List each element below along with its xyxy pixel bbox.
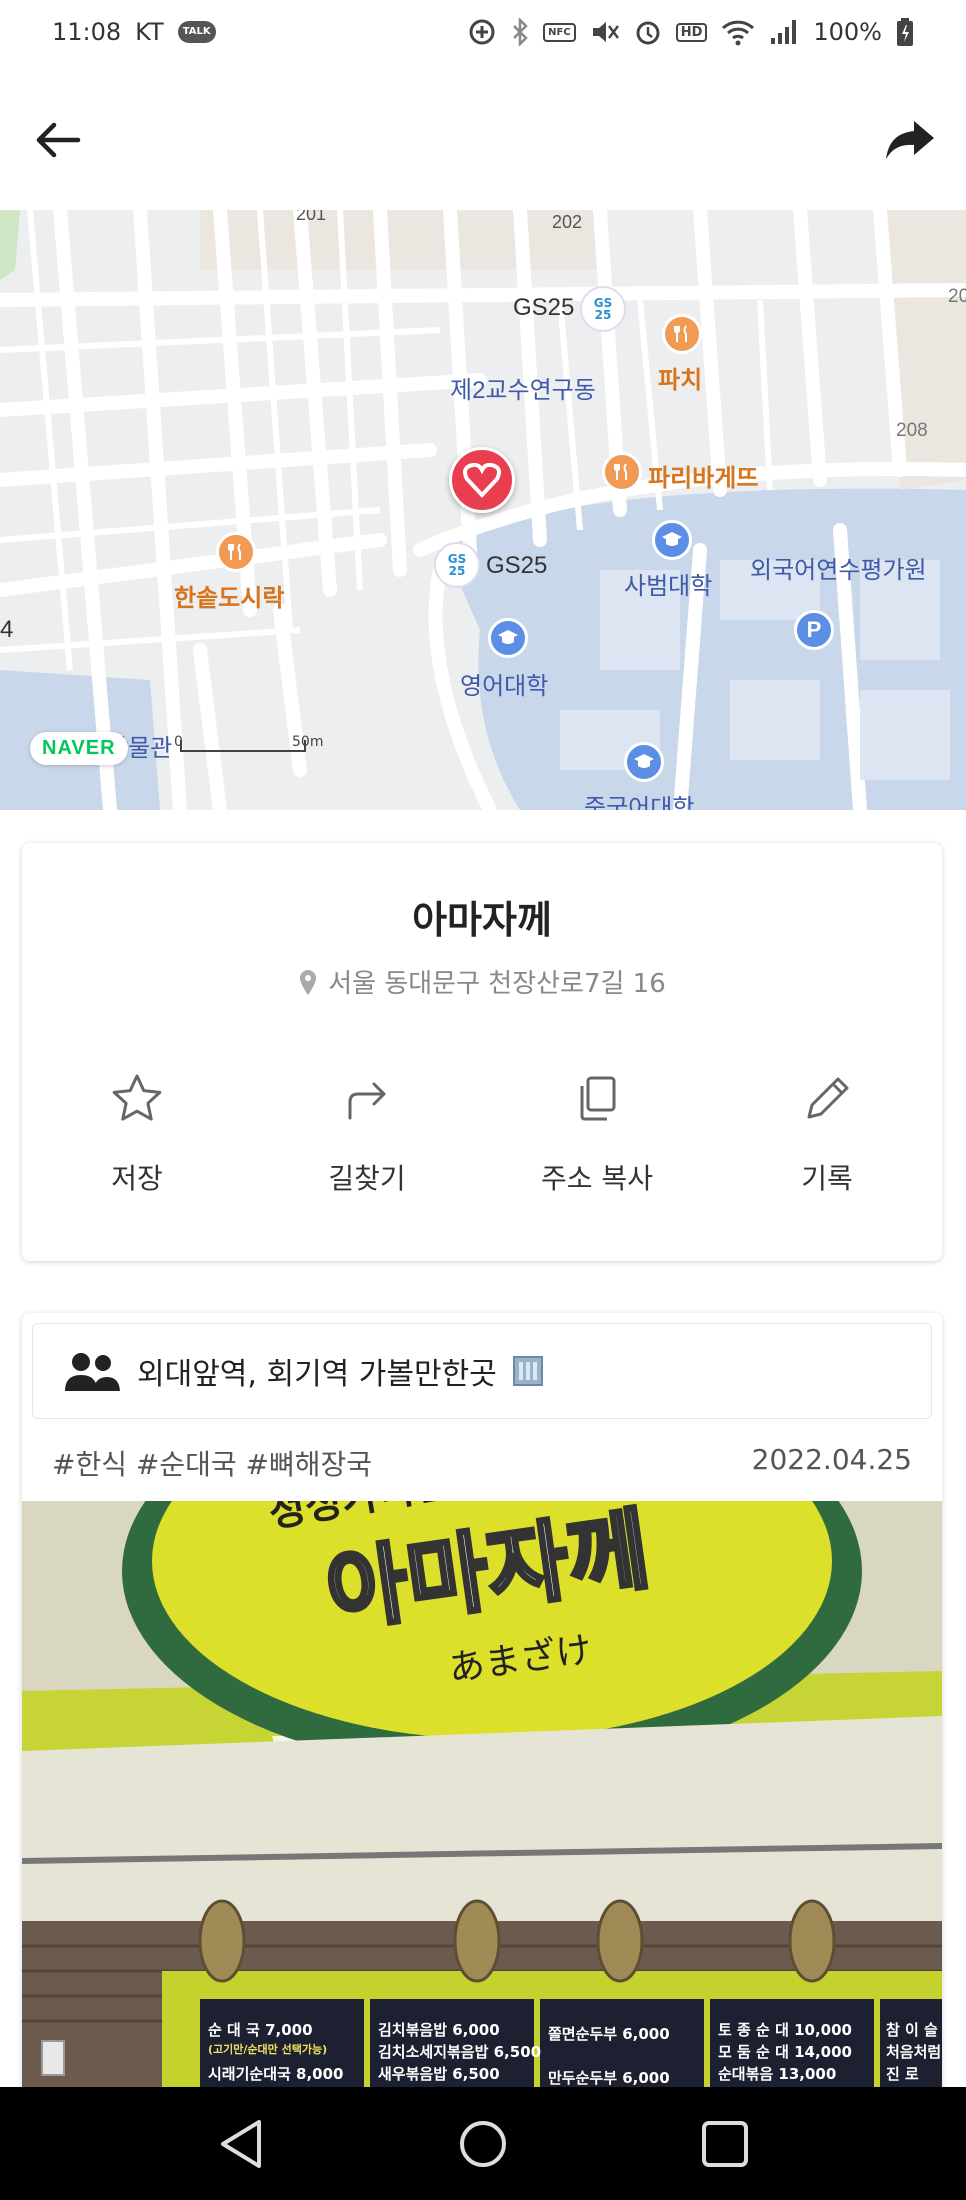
menu-item: 진 로 [886, 2065, 919, 2083]
parking-icon[interactable]: P [794, 610, 834, 650]
map-label-road-202: 202 [552, 212, 583, 232]
menu-item: 김치소세지볶음밥 6,500 [378, 2043, 541, 2061]
menu-item: 순대볶음 13,000 [718, 2065, 836, 2083]
system-nav-bar [0, 2087, 966, 2200]
post-tags[interactable]: #한식 #순대국 #뼈해장국 [52, 1443, 372, 1483]
map-label-road-20: 20 [948, 286, 966, 307]
menu-item: 처음처럼 [886, 2043, 941, 2061]
list-title: 외대앞역, 회기역 가볼만한곳 [137, 1357, 497, 1392]
map-scale-label: 50m [292, 734, 324, 750]
copy-address-label: 주소 복사 [541, 1162, 653, 1195]
save-label: 저장 [111, 1162, 163, 1195]
place-marker-icon[interactable] [449, 447, 515, 513]
battery-percent: 100% [813, 18, 882, 46]
arrow-left-icon [36, 122, 81, 158]
back-button[interactable] [30, 112, 86, 168]
school-icon[interactable] [624, 742, 664, 782]
map-label-road-201: 201 [296, 210, 327, 224]
school-icon[interactable] [652, 520, 692, 560]
share-button[interactable] [882, 112, 938, 168]
square-recents-icon [702, 2120, 748, 2167]
status-carrier: KT [135, 18, 164, 46]
place-address-text: 서울 동대문구 천장산로7길 16 [328, 969, 666, 999]
map-label-gs25-bottom[interactable]: GS25 [486, 552, 547, 580]
menu-item: 참 이 슬 [886, 2021, 938, 2039]
place-actions: 저장 길찾기 주소 복사 기록 [22, 1069, 942, 1197]
post-date: 2022.04.25 [751, 1443, 912, 1476]
gs25-logo-icon[interactable]: GS 25 [434, 542, 480, 588]
map-label-pachi[interactable]: 파치 [658, 360, 702, 395]
location-pin-icon [300, 969, 317, 995]
signal-icon [769, 18, 799, 46]
menu-item: 김치볶음밥 6,000 [378, 2021, 500, 2039]
save-button[interactable]: 저장 [22, 1069, 252, 1197]
mute-icon [590, 18, 620, 46]
circle-home-icon [460, 2120, 506, 2167]
map-label-gs25-top[interactable]: GS25 [513, 294, 574, 322]
school-icon[interactable] [488, 618, 528, 658]
menu-item: 모 둠 순 대 14,000 [718, 2043, 852, 2061]
status-right: NFC HD 100% [467, 17, 914, 47]
place-info-card: 아마자께 서울 동대문구 천장산로7길 16 저장 길찾기 주소 복사 기록 [22, 843, 942, 1261]
copy-icon [580, 1076, 616, 1121]
menu-item: 만두순두부 6,000 [548, 2069, 670, 2087]
menu-item: 순 대 국 7,000 [208, 2021, 313, 2039]
bluetooth-icon [511, 18, 529, 46]
map-label-road-208: 208 [896, 420, 928, 441]
place-name: 아마자께 [412, 898, 552, 942]
nav-recents-button[interactable] [690, 2109, 760, 2179]
battery-icon [896, 17, 914, 47]
post-card[interactable]: 외대앞역, 회기역 가볼만한곳 #한식 #순대국 #뼈해장국 2022.04.2… [22, 1313, 942, 2200]
list-header[interactable]: 외대앞역, 회기역 가볼만한곳 [32, 1323, 932, 1419]
nfc-icon: NFC [543, 22, 576, 42]
menu-item: 새우볶음밥 6,500 [378, 2065, 500, 2083]
status-left: 11:08 KT TALK [52, 18, 216, 46]
menu-item: 쫄면순두부 6,000 [548, 2025, 670, 2043]
star-outline-icon [112, 1074, 162, 1121]
directions-label: 길찾기 [328, 1162, 406, 1195]
map-scale-bar [180, 740, 306, 752]
app-bar [0, 64, 966, 210]
map-label-chinese-college[interactable]: 중국어대학 [584, 788, 694, 810]
status-bar: 11:08 KT TALK NFC HD 100% [0, 0, 966, 64]
nav-back-button[interactable] [206, 2109, 276, 2179]
restaurant-icon[interactable] [602, 452, 642, 492]
gs25-logo-icon[interactable]: GS 25 [580, 286, 626, 332]
map-view[interactable]: GS 25 GS25 파치 제2교수연구동 파리바게뜨 한솥도시락 GS 25 GS… [0, 210, 966, 810]
map-label-english-college[interactable]: 영어대학 [460, 666, 548, 701]
menu-item: 토 종 순 대 10,000 [718, 2021, 852, 2039]
map-label-faculty-building[interactable]: 제2교수연구동 [450, 370, 596, 405]
restaurant-icon[interactable] [216, 532, 256, 572]
status-time: 11:08 [52, 18, 122, 46]
place-address: 서울 동대문구 천장산로7길 16 [22, 963, 942, 1000]
restaurant-icon[interactable] [662, 314, 702, 354]
map-label-language-institute[interactable]: 외국어연수평가원 [750, 550, 927, 585]
menu-item: (고기만/순대만 선택가능) [208, 2042, 327, 2056]
wifi-icon [721, 18, 755, 46]
office-building-icon [512, 1356, 543, 1386]
record-label: 기록 [801, 1162, 853, 1195]
hd-voice-icon: HD [675, 22, 708, 42]
menu-item: 시래기순대국 8,000 [208, 2065, 343, 2083]
alarm-icon [634, 18, 662, 46]
map-label-hansot[interactable]: 한솥도시락 [174, 578, 284, 613]
directions-button[interactable]: 길찾기 [252, 1069, 482, 1197]
share-arrow-icon [886, 121, 934, 159]
data-saver-icon [467, 17, 497, 47]
map-label-road-4: 4 [0, 616, 14, 643]
triangle-back-icon [221, 2119, 261, 2168]
nav-home-button[interactable] [448, 2109, 518, 2179]
route-arrow-icon [348, 1082, 386, 1120]
people-icon [65, 1353, 120, 1391]
record-button[interactable]: 기록 [712, 1069, 942, 1197]
naver-logo: NAVER [30, 732, 128, 765]
map-label-education-college[interactable]: 사범대학 [624, 566, 712, 601]
kakaotalk-icon: TALK [177, 21, 216, 43]
map-label-paris-baguette[interactable]: 파리바게뜨 [648, 458, 758, 493]
copy-address-button[interactable]: 주소 복사 [482, 1069, 712, 1197]
pencil-icon [807, 1077, 849, 1119]
